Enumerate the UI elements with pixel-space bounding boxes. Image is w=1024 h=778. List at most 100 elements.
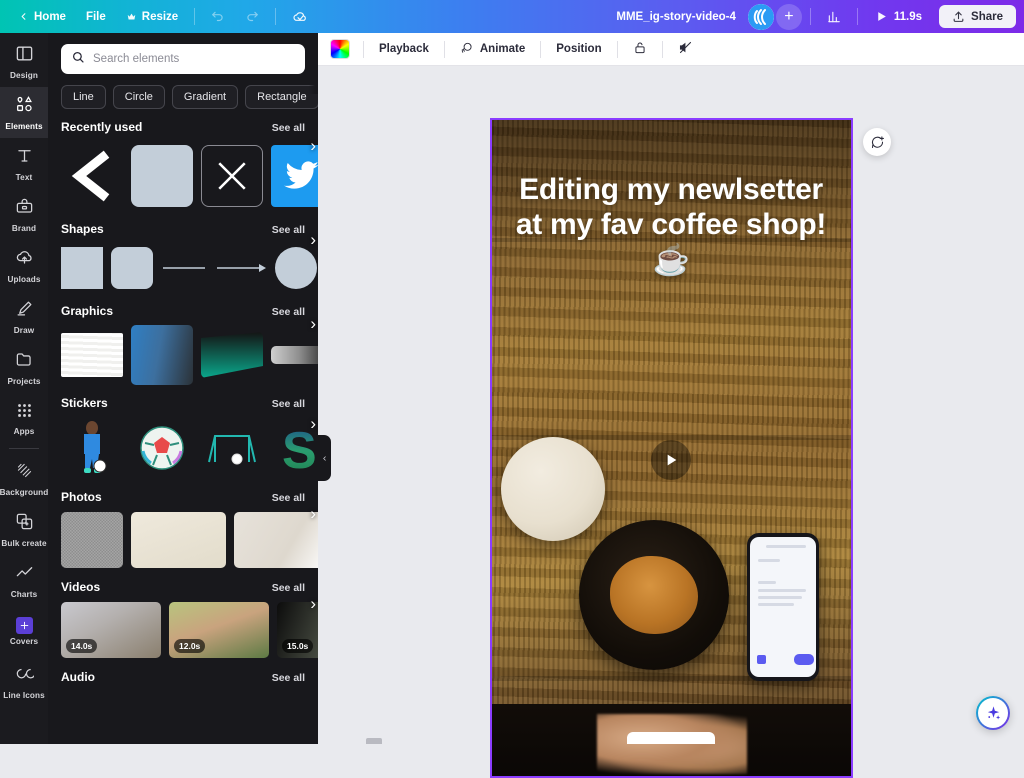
sidebar-item-design[interactable]: Design: [0, 36, 48, 87]
add-comment-button[interactable]: [863, 128, 891, 156]
section-shapes: Shapes See all ›: [48, 211, 318, 293]
undo-button[interactable]: [201, 6, 235, 28]
page-thumbnail-ghost[interactable]: [366, 738, 382, 744]
chip-rectangle[interactable]: Rectangle: [245, 85, 318, 109]
item-rounded-square-shape[interactable]: [111, 247, 153, 289]
canvas-play-button[interactable]: [651, 440, 691, 480]
item-square-shape[interactable]: [61, 247, 103, 289]
sidebar-item-background[interactable]: Background: [0, 453, 48, 504]
section-recently-used: Recently used See all ›: [48, 109, 318, 211]
chip-line[interactable]: Line: [61, 85, 106, 109]
page-controls-ghost[interactable]: [627, 732, 715, 744]
see-all-audio[interactable]: See all: [272, 672, 305, 684]
item-light-texture-photo[interactable]: [234, 512, 318, 568]
chip-gradient[interactable]: Gradient: [172, 85, 238, 109]
item-arrow-shape[interactable]: [215, 247, 267, 289]
see-all-photos[interactable]: See all: [272, 492, 305, 504]
canvas-page[interactable]: Editing my newlsetter at my fav coffee s…: [490, 118, 853, 778]
sidebar-item-covers[interactable]: Covers: [0, 606, 48, 657]
sidebar-item-bulk-create-label: Bulk create: [1, 540, 46, 548]
rail-divider: [9, 448, 39, 449]
item-cocktail-video[interactable]: 14.0s: [61, 602, 161, 658]
item-soccer-player-sticker[interactable]: [61, 417, 123, 479]
section-header: Graphics See all: [61, 304, 318, 318]
see-all-stickers[interactable]: See all: [272, 398, 305, 410]
recently-used-next-arrow[interactable]: ›: [310, 141, 316, 154]
sidebar-item-line-icons[interactable]: Line Icons: [0, 657, 48, 708]
search-input[interactable]: [93, 53, 295, 65]
sidebar-item-draw[interactable]: Draw: [0, 291, 48, 342]
item-teal-gradient-shape[interactable]: [201, 332, 263, 378]
item-soccer-ball-sticker[interactable]: [131, 417, 193, 479]
sidebar-item-apps[interactable]: Apps: [0, 393, 48, 444]
panel-collapse-handle[interactable]: [318, 435, 331, 481]
sidebar-item-charts[interactable]: Charts: [0, 555, 48, 606]
sidebar-item-elements[interactable]: Elements: [0, 87, 48, 138]
sidebar-item-bulk-create[interactable]: Bulk create: [0, 504, 48, 555]
item-x-logo[interactable]: [201, 145, 263, 207]
see-all-graphics[interactable]: See all: [272, 306, 305, 318]
graphics-next-arrow[interactable]: ›: [310, 325, 316, 332]
section-videos: Videos See all 14.0s 12.0s 15.0s ›: [48, 569, 318, 659]
avatar[interactable]: [748, 4, 774, 30]
item-woman-hat-video[interactable]: 12.0s: [169, 602, 269, 658]
grid-apps-icon: [16, 402, 33, 424]
position-button[interactable]: Position: [546, 38, 611, 60]
redo-button[interactable]: [235, 6, 269, 28]
see-all-videos[interactable]: See all: [272, 582, 305, 594]
item-chevron-left-graphic[interactable]: [61, 145, 123, 207]
see-all-shapes[interactable]: See all: [272, 224, 305, 236]
video-duration-badge: 14.0s: [66, 639, 97, 653]
add-collaborator-button[interactable]: +: [776, 4, 802, 30]
speaker-mute-icon: [678, 40, 693, 58]
sidebar-item-brand-label: Brand: [12, 225, 36, 233]
sidebar-item-uploads[interactable]: Uploads: [0, 240, 48, 291]
sidebar-item-design-label: Design: [10, 72, 38, 80]
canvas-title-text[interactable]: Editing my newlsetter at my fav coffee s…: [506, 172, 837, 278]
animate-button[interactable]: Animate: [450, 36, 535, 63]
sidebar-item-projects[interactable]: Projects: [0, 342, 48, 393]
mute-button[interactable]: [668, 35, 703, 63]
sidebar-item-brand[interactable]: Brand: [0, 189, 48, 240]
item-circle-shape[interactable]: [275, 247, 317, 289]
shapes-next-arrow[interactable]: ›: [310, 243, 316, 248]
item-blue-gradient[interactable]: [131, 325, 193, 385]
playback-button[interactable]: Playback: [369, 38, 439, 60]
magic-studio-button[interactable]: [976, 696, 1010, 730]
sidebar-item-elements-label: Elements: [5, 123, 42, 131]
section-photos: Photos See all ›: [48, 479, 318, 569]
item-gray-noise-photo[interactable]: [61, 512, 123, 568]
item-gray-gradient[interactable]: [271, 346, 318, 364]
search-icon: [71, 50, 85, 69]
file-menu-button[interactable]: File: [76, 7, 116, 27]
item-goal-net-sticker[interactable]: [201, 417, 263, 479]
sidebar-item-text[interactable]: Text: [0, 138, 48, 189]
section-header: Shapes See all: [61, 222, 318, 236]
section-header: Photos See all: [61, 490, 318, 504]
ct-divider-2: [540, 41, 541, 58]
item-rounded-square-shape[interactable]: [131, 145, 193, 207]
search-box[interactable]: [61, 44, 305, 74]
chips-next-arrow[interactable]: ›: [309, 78, 318, 94]
document-title[interactable]: MME_ig-story-video-4: [606, 7, 746, 27]
section-title: Recently used: [61, 120, 142, 134]
photos-next-arrow[interactable]: ›: [310, 511, 316, 522]
see-all-recently-used[interactable]: See all: [272, 122, 305, 134]
item-cream-paper-photo[interactable]: [131, 512, 226, 568]
search-area: [48, 33, 318, 74]
pen-icon: [15, 299, 34, 323]
share-button[interactable]: Share: [939, 5, 1016, 28]
insights-button[interactable]: [817, 6, 851, 28]
resize-button[interactable]: Resize: [116, 7, 188, 27]
color-swatch-button[interactable]: [330, 39, 350, 59]
lock-button[interactable]: [623, 36, 657, 63]
back-button[interactable]: Home: [8, 7, 76, 27]
item-white-texture[interactable]: [61, 333, 123, 377]
chip-circle[interactable]: Circle: [113, 85, 165, 109]
animate-label: Animate: [480, 43, 525, 55]
preview-play-button[interactable]: 11.9s: [864, 6, 933, 27]
cloud-save-button[interactable]: [282, 5, 318, 29]
stickers-next-arrow[interactable]: ›: [310, 417, 316, 432]
item-line-shape[interactable]: [161, 247, 207, 289]
videos-next-arrow[interactable]: ›: [310, 601, 316, 612]
